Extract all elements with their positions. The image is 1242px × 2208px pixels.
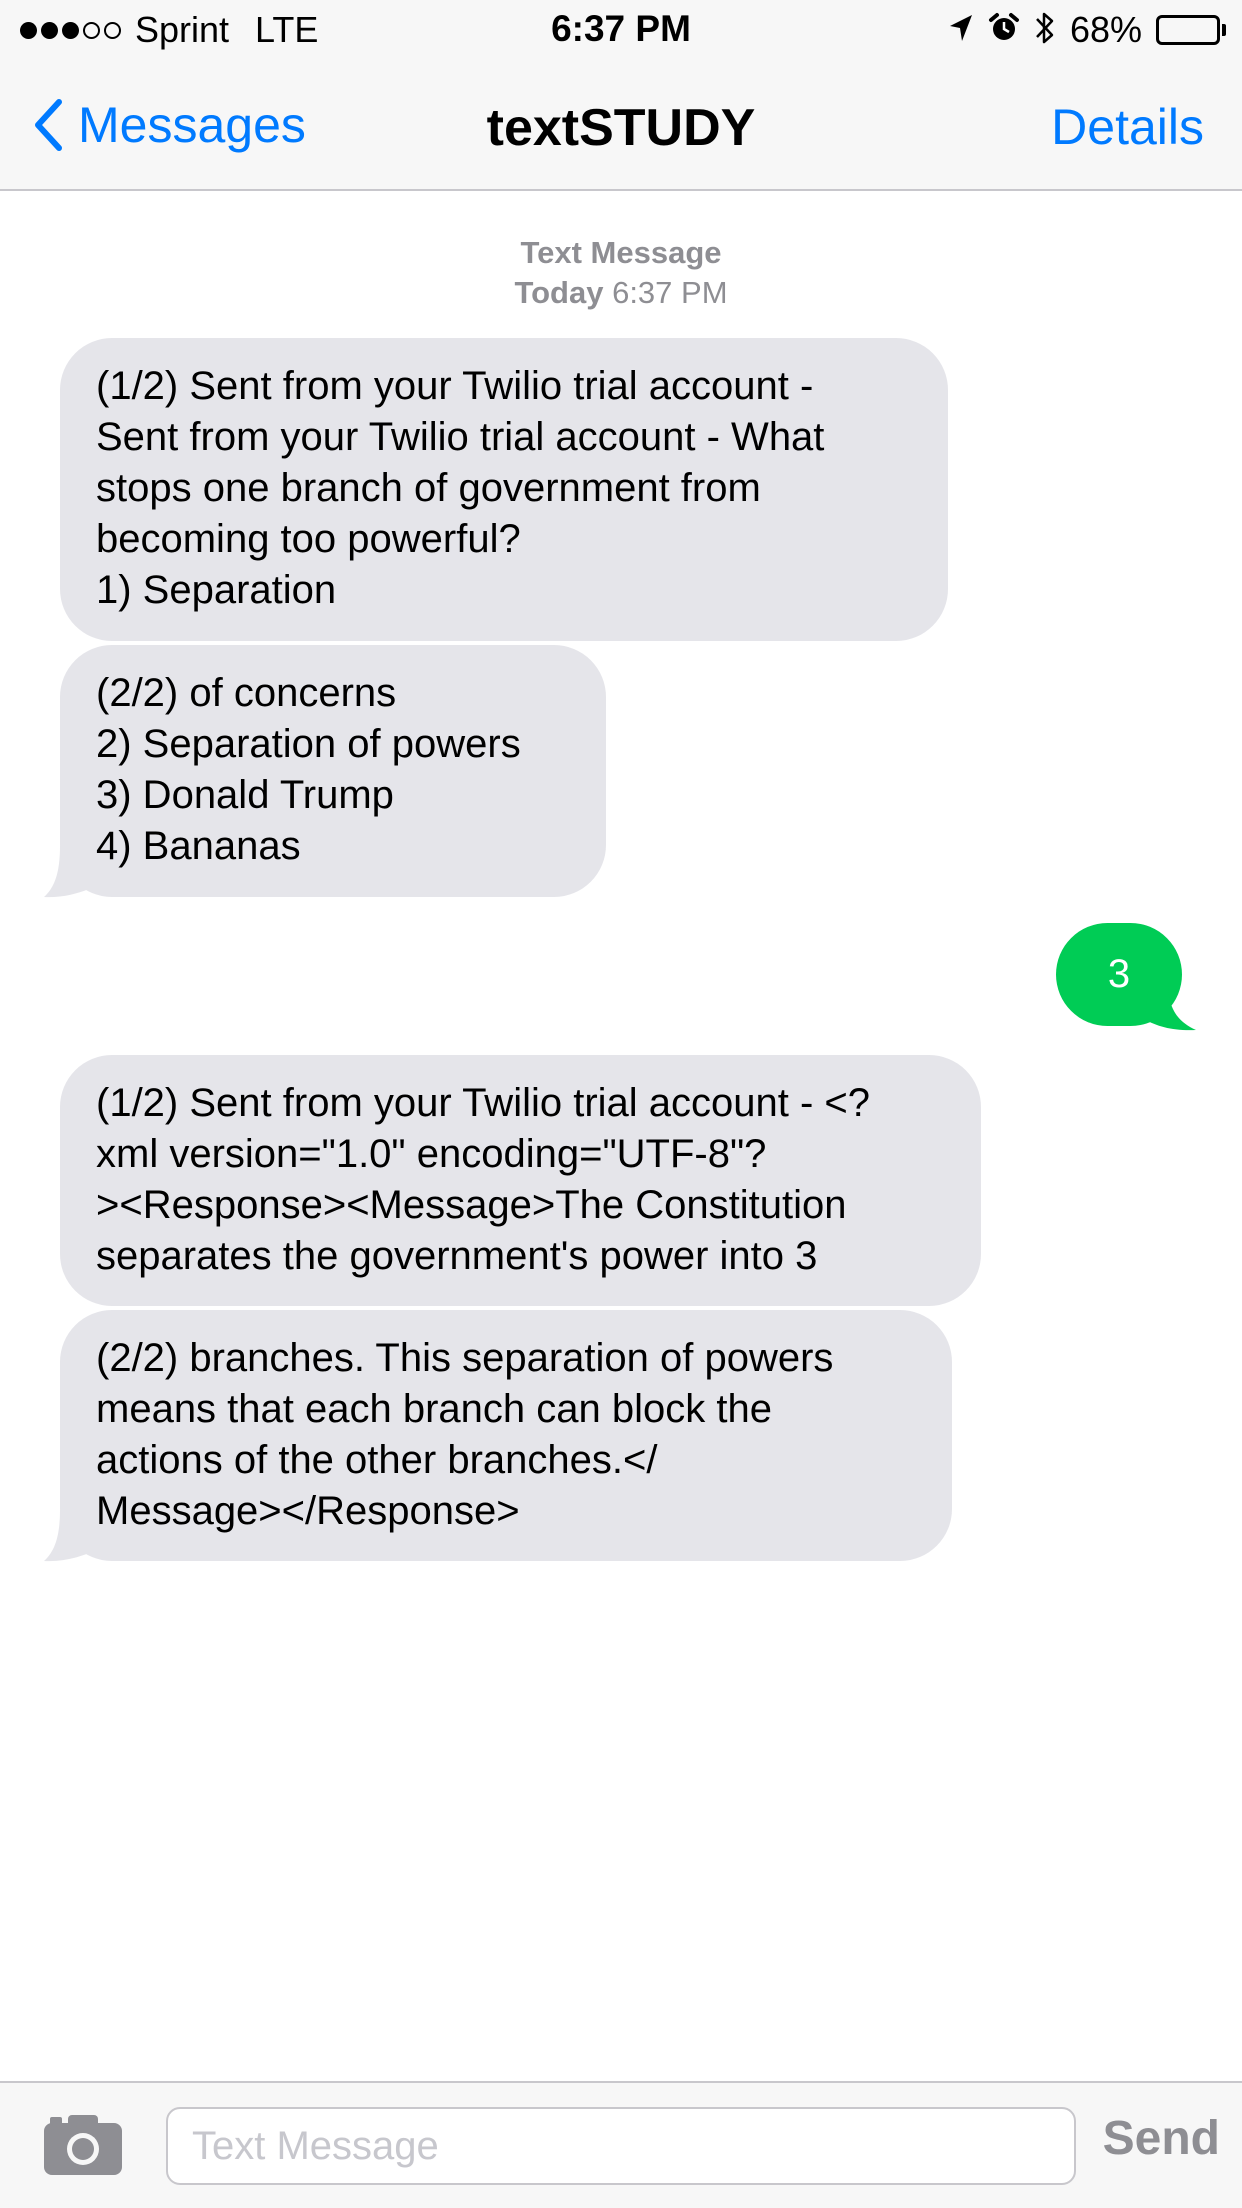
- message-input[interactable]: Text Message: [166, 2107, 1076, 2185]
- outgoing-bubble-tail: [1144, 981, 1196, 1031]
- location-arrow-icon: [948, 13, 974, 48]
- incoming-bubble-tail: [44, 1510, 100, 1562]
- bluetooth-icon: [1034, 9, 1056, 52]
- incoming-bubble-tail: [44, 846, 100, 898]
- incoming-message-bubble[interactable]: (2/2) of concerns 2) Separation of power…: [60, 645, 606, 897]
- timestamp-label: Text Message: [520, 235, 722, 270]
- incoming-message-bubble[interactable]: (1/2) Sent from your Twilio trial accoun…: [60, 338, 948, 641]
- compose-bar: Text Message Send: [0, 2081, 1242, 2208]
- incoming-message-bubble[interactable]: (1/2) Sent from your Twilio trial accoun…: [60, 1055, 981, 1306]
- navigation-bar: Messages textSTUDY Details: [0, 60, 1242, 191]
- alarm-icon: [988, 12, 1020, 49]
- send-button[interactable]: Send: [1103, 2111, 1220, 2166]
- battery-icon: [1156, 15, 1226, 45]
- status-bar: Sprint LTE 6:37 PM 68%: [0, 0, 1242, 60]
- message-timestamp: Text Message Today 6:37 PM: [0, 233, 1242, 313]
- camera-icon: [44, 2115, 122, 2175]
- status-bar-right: 68%: [948, 9, 1226, 52]
- incoming-message-bubble[interactable]: (2/2) branches. This separation of power…: [60, 1310, 952, 1561]
- battery-percentage: 68%: [1069, 9, 1142, 50]
- details-button[interactable]: Details: [1051, 98, 1204, 156]
- message-thread[interactable]: Text Message Today 6:37 PM (1/2) Sent fr…: [0, 191, 1242, 2081]
- camera-button[interactable]: [44, 2113, 122, 2180]
- timestamp-time: 6:37 PM: [612, 275, 728, 310]
- timestamp-day: Today: [514, 275, 604, 310]
